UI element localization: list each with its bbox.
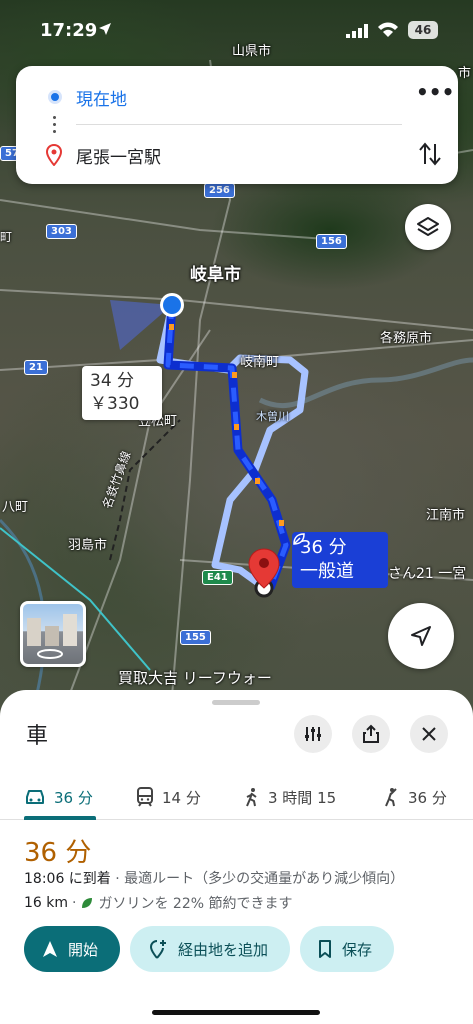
tab-driving[interactable]: 36 分 — [24, 774, 93, 820]
route-note: · 最適ルート（多少の交通量があり減少傾向） — [115, 871, 405, 887]
swap-icon[interactable] — [416, 140, 444, 168]
main-route-road: 一般道 — [300, 561, 354, 582]
tab-driving-label: 36 分 — [54, 788, 93, 807]
destination-pin-icon — [46, 144, 62, 166]
destination-field[interactable]: 尾張一宮駅 — [76, 143, 161, 168]
tab-transit[interactable]: 14 分 — [136, 774, 201, 820]
arrival-time: 18:06 に到着 — [24, 871, 111, 887]
route-shield-21: 21 — [24, 360, 48, 375]
sheet-grabber[interactable] — [212, 700, 260, 705]
car-icon — [26, 790, 44, 804]
route-duration: 36 分 — [24, 838, 92, 868]
walk-icon — [246, 788, 257, 807]
distance-info: 16 km · ガソリンを 22% 節約できます — [24, 893, 293, 913]
arrival-info: 18:06 に到着 · 最適ルート（多少の交通量があり減少傾向） — [24, 868, 404, 888]
main-route-time: 36 分 — [300, 537, 347, 558]
tab-ride-label: 36 分 — [408, 788, 447, 807]
field-divider — [76, 124, 402, 125]
save-button[interactable]: 保存 — [300, 926, 395, 972]
map-label-gifu: 岐阜市 — [190, 265, 241, 285]
tab-walking[interactable]: 3 時間 15 — [244, 774, 336, 820]
mode-title: 車 — [26, 724, 49, 749]
map-label-edge-ma: 町 — [0, 230, 13, 244]
navigation-arrow-icon — [43, 941, 57, 957]
status-bar: 17:29 46 — [0, 0, 473, 56]
directions-card: 現在地 尾張一宮駅 ••• — [16, 66, 458, 184]
fuel-saving-note: ガソリンを 22% 節約できます — [98, 896, 293, 912]
origin-field[interactable]: 現在地 — [76, 85, 127, 110]
map-label-ginan: 岐南町 — [240, 355, 280, 370]
map-label-kisogawa: 木曽川 — [256, 410, 289, 423]
start-button[interactable]: 開始 — [24, 926, 121, 972]
route-options-button[interactable] — [294, 715, 332, 753]
route-dots — [53, 114, 56, 136]
action-buttons: 開始 経由地を追加 保存 — [24, 926, 395, 972]
home-indicator[interactable] — [152, 1010, 320, 1015]
location-arrow-icon — [99, 23, 111, 35]
alt-route-time: 34 分 — [90, 371, 135, 391]
add-location-icon — [150, 940, 167, 959]
tune-icon — [305, 727, 321, 741]
share-button[interactable] — [352, 715, 390, 753]
map-label-edge-shi: 市 — [458, 66, 472, 81]
tab-walking-label: 3 時間 15 — [268, 788, 337, 807]
route-distance: 16 km — [24, 895, 69, 911]
street-view-thumbnail[interactable] — [20, 601, 86, 667]
main-route-callout[interactable]: 36 分 一般道 — [292, 532, 388, 588]
status-time: 17:29 — [40, 20, 98, 41]
tab-ride[interactable]: 36 分 — [382, 774, 447, 820]
share-icon — [363, 724, 379, 743]
train-icon — [137, 787, 153, 807]
layers-icon — [417, 217, 439, 236]
map-label-hachi: 八町 — [2, 500, 29, 515]
close-button[interactable] — [410, 715, 448, 753]
more-options-button[interactable]: ••• — [416, 82, 454, 108]
map-label-store: 買取大吉 リーフウォー — [118, 669, 272, 687]
directions-sheet: 車 36 分 14 分 3 時間 15 36 分 36 分 18:06 に到着 … — [0, 690, 473, 1024]
navigation-arrow-icon — [411, 626, 431, 646]
route-shield-156: 156 — [316, 234, 347, 249]
bookmark-icon — [319, 940, 332, 958]
map-label-hashima: 羽島市 — [68, 538, 108, 553]
start-button-label: 開始 — [68, 940, 99, 959]
cellular-signal-icon — [346, 24, 368, 38]
rotate-360-icon — [37, 649, 63, 659]
tab-transit-label: 14 分 — [162, 788, 201, 807]
ride-icon — [385, 788, 397, 807]
close-icon — [422, 727, 436, 741]
layers-button[interactable] — [405, 204, 451, 250]
map-label-ichinomiya: さん21 一宮 — [388, 566, 467, 582]
separator-dot: · — [72, 895, 77, 911]
route-shield-303: 303 — [46, 224, 77, 239]
route-shield-256: 256 — [204, 183, 235, 198]
battery-indicator: 46 — [408, 21, 438, 39]
destination-pin-icon — [248, 548, 280, 589]
add-stop-button[interactable]: 経由地を追加 — [130, 926, 291, 972]
wifi-icon — [378, 22, 398, 37]
route-shield-155: 155 — [180, 630, 211, 645]
map-label-konan: 江南市 — [426, 508, 466, 523]
origin-dot-icon — [48, 90, 62, 104]
route-shield-e41: E41 — [202, 570, 233, 585]
alt-route-callout[interactable]: 34 分 ￥330 — [82, 366, 162, 420]
map-label-kakamigahara: 各務原市 — [380, 331, 433, 346]
navigate-button[interactable] — [388, 603, 454, 669]
save-button-label: 保存 — [342, 940, 373, 959]
eco-leaf-icon — [82, 898, 93, 908]
alt-route-cost: ￥330 — [90, 394, 140, 414]
travel-mode-tabs: 36 分 14 分 3 時間 15 36 分 — [0, 774, 473, 820]
active-tab-indicator — [24, 816, 96, 820]
add-stop-button-label: 経由地を追加 — [178, 940, 269, 959]
